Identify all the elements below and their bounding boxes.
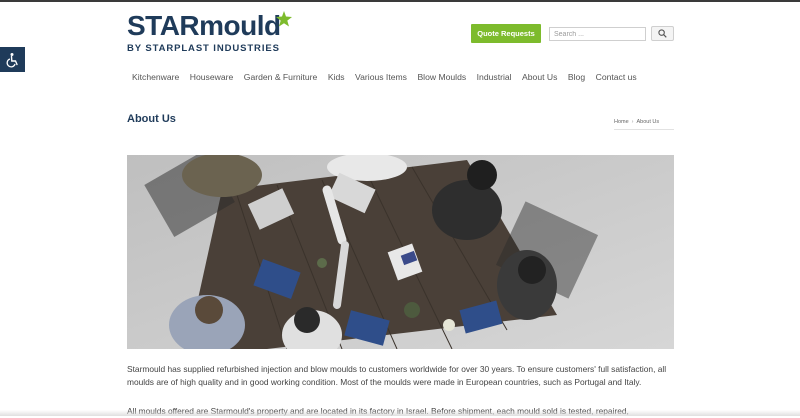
breadcrumb-current: About Us bbox=[636, 119, 660, 125]
nav-item-about-us[interactable]: About Us bbox=[522, 72, 557, 83]
nav-item-contact-us[interactable]: Contact us bbox=[596, 72, 637, 83]
nav-item-various-items[interactable]: Various Items bbox=[355, 72, 407, 83]
magnifier-icon bbox=[658, 29, 667, 38]
page-title: About Us bbox=[127, 113, 176, 125]
top-border bbox=[0, 0, 800, 2]
nav-item-blog[interactable]: Blog bbox=[568, 72, 585, 83]
bottom-fade bbox=[0, 410, 800, 416]
nav-item-garden-furniture[interactable]: Garden & Furniture bbox=[244, 72, 318, 83]
nav-item-houseware[interactable]: Houseware bbox=[190, 72, 233, 83]
main-nav: Kitchenware Houseware Garden & Furniture… bbox=[132, 72, 647, 83]
quote-requests-button[interactable]: Quote Requests bbox=[471, 24, 541, 43]
team-meeting-image bbox=[127, 155, 674, 349]
accessibility-button[interactable] bbox=[0, 47, 25, 72]
breadcrumb-home[interactable]: Home bbox=[614, 119, 629, 125]
nav-item-kids[interactable]: Kids bbox=[328, 72, 345, 83]
search-button[interactable] bbox=[651, 26, 674, 41]
wheelchair-icon bbox=[6, 52, 18, 67]
nav-item-blow-moulds[interactable]: Blow Moulds bbox=[417, 72, 466, 83]
star-icon bbox=[276, 11, 292, 27]
breadcrumb: Home › About Us bbox=[614, 115, 674, 130]
site-logo[interactable]: STARmould BY STARPLAST INDUSTRIES bbox=[127, 10, 297, 58]
logo-wordmark: STARmould bbox=[127, 10, 281, 41]
search-input[interactable] bbox=[549, 27, 646, 41]
nav-item-kitchenware[interactable]: Kitchenware bbox=[132, 72, 179, 83]
hero-image bbox=[127, 155, 674, 349]
nav-item-industrial[interactable]: Industrial bbox=[477, 72, 512, 83]
intro-paragraph: Starmould has supplied refurbished injec… bbox=[127, 364, 667, 387]
chevron-right-icon: › bbox=[631, 119, 634, 125]
logo-tagline: BY STARPLAST INDUSTRIES bbox=[127, 43, 280, 54]
